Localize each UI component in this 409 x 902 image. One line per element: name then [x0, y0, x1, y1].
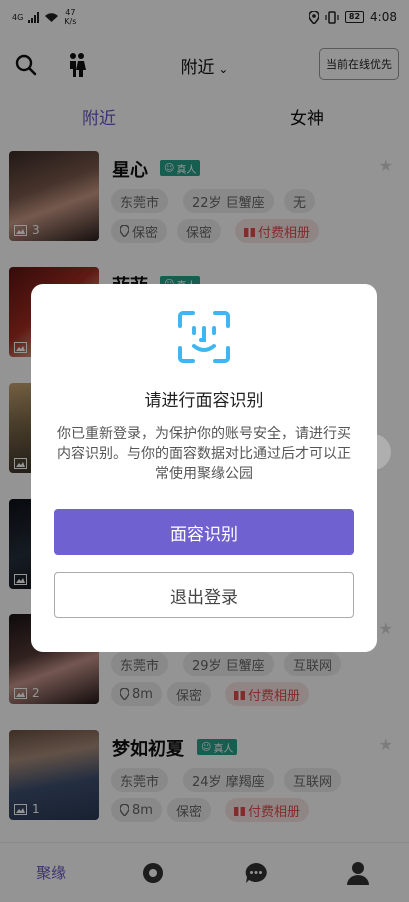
face-id-icon: [178, 311, 230, 363]
dialog-title: 请进行面容识别: [144, 391, 264, 411]
face-verification-dialog: 请进行面容识别 你已重新登录，为保护你的账号安全，请进行买内容识别。与你的面容数…: [31, 284, 377, 652]
dialog-message: 你已重新登录，为保护你的账号安全，请进行买内容识别。与你的面容数据对比通过后才可…: [57, 426, 351, 482]
logout-button[interactable]: 退出登录: [54, 572, 354, 618]
face-verify-button[interactable]: 面容识别: [54, 509, 354, 555]
